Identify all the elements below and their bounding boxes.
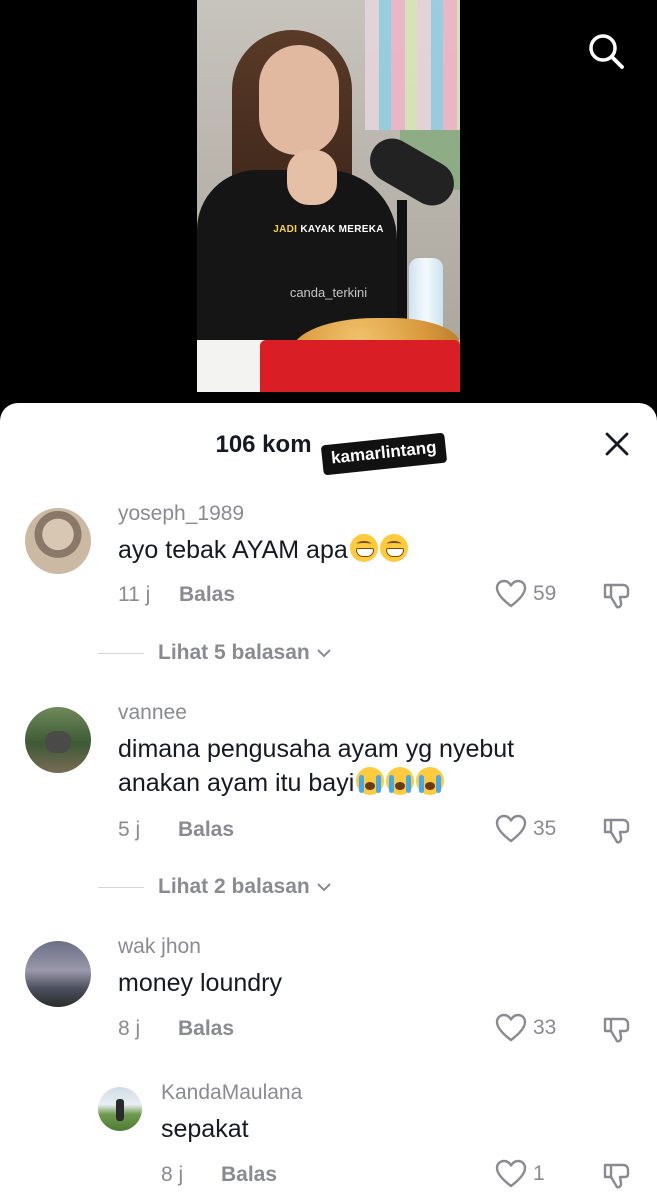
grin-emoji-icon — [349, 534, 378, 562]
crying-emoji-icon — [356, 767, 385, 795]
heart-icon — [495, 814, 527, 843]
like-count: 59 — [533, 582, 557, 605]
heart-icon — [495, 1159, 527, 1188]
chevron-down-icon — [317, 649, 331, 658]
comment-item: vannee dimana pengusaha ayam yg nyebut a… — [0, 699, 657, 849]
person-hand — [287, 150, 337, 205]
reply-button[interactable]: Balas — [221, 1163, 277, 1187]
comment-text: ayo tebak AYAM apa — [118, 533, 408, 567]
video-player[interactable]: JADI KAYAK MEREKA canda_terkini — [0, 0, 657, 420]
comment-text-line1: dimana pengusaha ayam yg nyebut — [118, 735, 515, 763]
close-icon[interactable] — [602, 429, 632, 459]
like-count: 35 — [533, 817, 557, 840]
comment-text-content: ayo tebak AYAM apa — [118, 536, 348, 564]
avatar[interactable] — [25, 508, 91, 574]
video-subtitle: JADI KAYAK MEREKA — [197, 224, 460, 235]
like-button[interactable]: 1 — [495, 1159, 545, 1189]
comment-text-content: anakan ayam itu bayi — [118, 769, 355, 797]
dislike-icon[interactable] — [601, 815, 633, 847]
view-replies-label: Lihat 5 balasan — [158, 641, 310, 664]
avatar-elephant — [45, 731, 71, 753]
reply-button[interactable]: Balas — [178, 818, 234, 842]
reply-text: sepakat — [161, 1115, 249, 1143]
comment-time: 8 j — [118, 1017, 141, 1040]
reply-button[interactable]: Balas — [179, 583, 235, 607]
avatar-figure — [116, 1099, 124, 1121]
divider-line — [98, 652, 144, 654]
comment-username[interactable]: vannee — [118, 701, 187, 725]
like-button[interactable]: 33 — [495, 1013, 556, 1043]
heart-icon — [495, 1013, 527, 1042]
microphone-stand — [397, 200, 407, 320]
comment-item: yoseph_1989 ayo tebak AYAM apa 11 j Bala… — [0, 500, 657, 610]
like-count: 33 — [533, 1016, 557, 1039]
comment-item: wak jhon money loundry 8 j Balas 33 — [0, 933, 657, 1043]
reply-username[interactable]: KandaMaulana — [161, 1081, 302, 1105]
comments-sheet: 106 kom kamarlintang yoseph_1989 ayo teb… — [0, 403, 657, 1200]
comment-count-text: 106 kom — [215, 431, 312, 458]
comment-time: 11 j — [118, 583, 151, 606]
chevron-down-icon — [317, 883, 331, 892]
grin-emoji-icon — [379, 534, 408, 562]
reply-time: 8 j — [161, 1163, 184, 1186]
crying-emoji-icon — [386, 767, 415, 795]
dislike-icon[interactable] — [601, 1160, 633, 1192]
comment-time: 5 j — [118, 818, 141, 841]
view-replies-label: Lihat 2 balasan — [158, 875, 310, 898]
subtitle-highlight: JADI — [273, 224, 298, 235]
like-count: 1 — [533, 1162, 545, 1185]
avatar[interactable] — [25, 941, 91, 1007]
video-watermark: canda_terkini — [289, 285, 368, 300]
background-shelf — [365, 0, 460, 130]
avatar[interactable] — [25, 707, 91, 773]
search-icon[interactable] — [586, 31, 626, 71]
comment-username[interactable]: wak jhon — [118, 935, 201, 959]
like-button[interactable]: 35 — [495, 814, 556, 844]
red-basket — [260, 340, 460, 392]
reply-item: KandaMaulana sepakat 8 j Balas 1 — [0, 1079, 657, 1199]
subtitle-text: KAYAK MEREKA — [297, 224, 384, 235]
divider-line — [98, 886, 144, 888]
comment-text-line2: anakan ayam itu bayi — [118, 766, 445, 800]
avatar[interactable] — [98, 1087, 142, 1131]
comment-username[interactable]: yoseph_1989 — [118, 502, 244, 526]
reply-button[interactable]: Balas — [178, 1017, 234, 1041]
comments-header: 106 kom kamarlintang — [0, 403, 657, 483]
crying-emoji-icon — [416, 767, 445, 795]
view-replies-button[interactable]: Lihat 2 balasan — [98, 872, 498, 902]
video-frame[interactable]: JADI KAYAK MEREKA canda_terkini — [197, 0, 460, 392]
comment-text: money loundry — [118, 969, 282, 997]
dislike-icon[interactable] — [601, 1014, 633, 1046]
heart-icon — [495, 579, 527, 608]
view-replies-button[interactable]: Lihat 5 balasan — [98, 638, 498, 668]
person-face — [259, 45, 339, 155]
dislike-icon[interactable] — [601, 580, 633, 612]
like-button[interactable]: 59 — [495, 579, 556, 609]
